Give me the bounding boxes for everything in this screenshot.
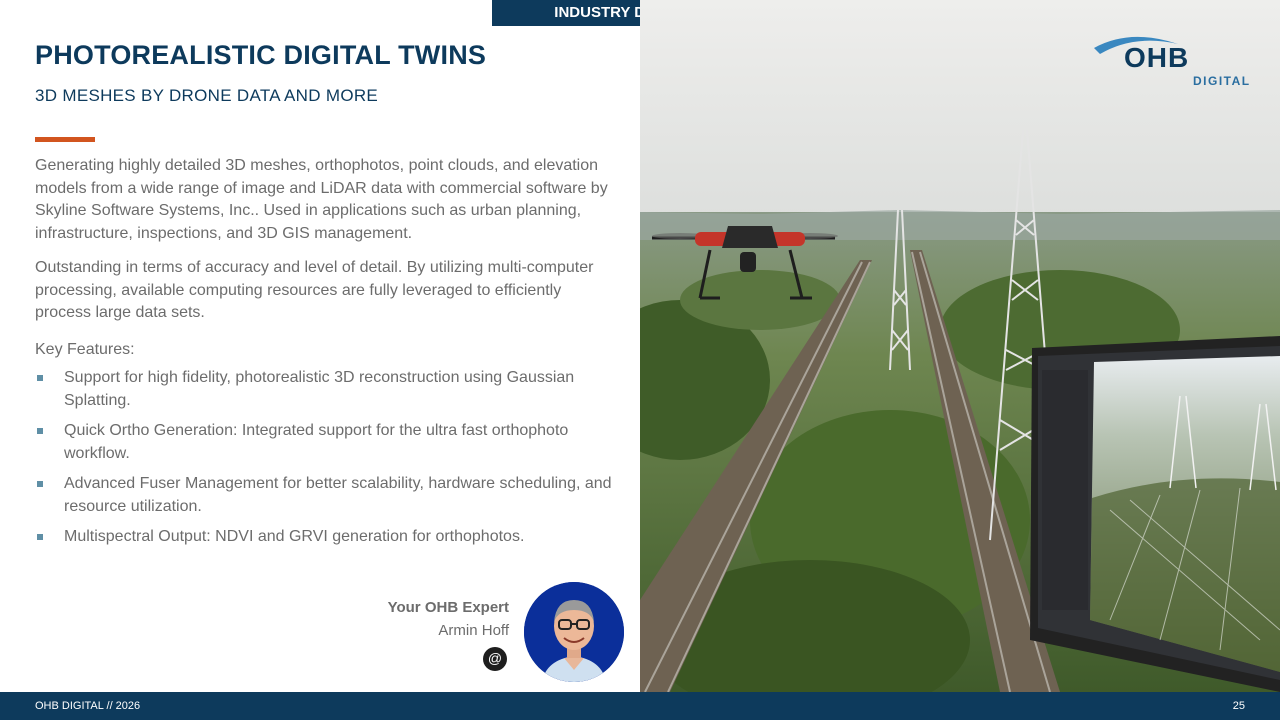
expert-heading: Your OHB Expert xyxy=(387,599,509,616)
expert-name: Armin Hoff xyxy=(438,622,509,639)
paragraph-performance: Outstanding in terms of accuracy and lev… xyxy=(35,259,594,321)
page-title: PHOTOREALISTIC DIGITAL TWINS xyxy=(35,40,487,70)
accent-divider xyxy=(35,137,95,142)
email-button[interactable]: @ xyxy=(483,647,507,671)
at-icon: @ xyxy=(487,650,503,666)
footer-label: OHB DIGITAL // 2026 xyxy=(35,700,141,712)
feature-text: Support for high fidelity, photorealisti… xyxy=(64,369,575,409)
bullet-icon xyxy=(37,534,43,540)
feature-text: Quick Ortho Generation: Integrated suppo… xyxy=(64,422,569,462)
bullet-icon xyxy=(37,375,43,381)
bullet-icon xyxy=(37,428,43,434)
features-heading: Key Features: xyxy=(35,340,135,358)
bullet-icon xyxy=(37,481,43,487)
list-item: Support for high fidelity, photorealisti… xyxy=(35,367,615,412)
logo-wordmark: OHB xyxy=(1124,42,1190,73)
list-item: Quick Ortho Generation: Integrated suppo… xyxy=(35,420,615,465)
paragraph-intro: Generating highly detailed 3D meshes, or… xyxy=(35,157,608,242)
feature-text: Multispectral Output: NDVI and GRVI gene… xyxy=(64,528,525,545)
avatar xyxy=(524,582,624,682)
feature-list: Support for high fidelity, photorealisti… xyxy=(35,367,615,549)
feature-text: Advanced Fuser Management for better sca… xyxy=(64,475,612,515)
logo-subtext: DIGITAL xyxy=(1193,74,1251,88)
page-subtitle: 3D MESHES BY DRONE DATA AND MORE xyxy=(35,86,379,105)
list-item: Multispectral Output: NDVI and GRVI gene… xyxy=(35,526,615,549)
content-body: Generating highly detailed 3D meshes, or… xyxy=(35,155,615,557)
drone-railway-photo xyxy=(640,0,1280,692)
ohb-digital-logo: OHB DIGITAL xyxy=(1090,32,1250,92)
list-item: Advanced Fuser Management for better sca… xyxy=(35,473,615,518)
footer-bar: OHB DIGITAL // 2026 25 xyxy=(0,692,1280,720)
page-number: 25 xyxy=(1232,700,1245,712)
